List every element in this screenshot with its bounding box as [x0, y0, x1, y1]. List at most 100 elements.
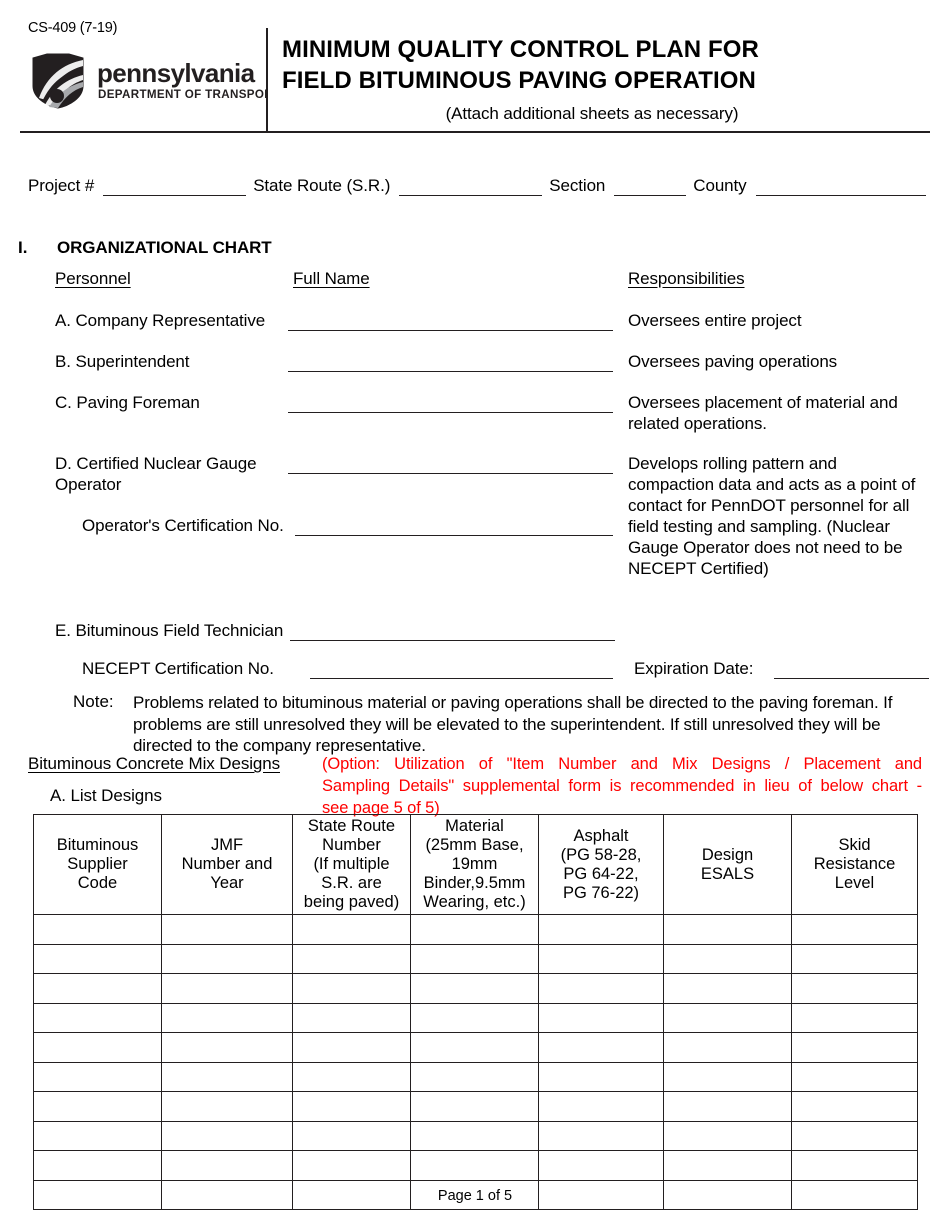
section-field[interactable] [614, 178, 687, 196]
table-cell[interactable] [663, 1061, 792, 1092]
table-cell[interactable] [292, 1002, 411, 1033]
table-column-header-line: ESALS [700, 864, 755, 883]
personnel-label-d: D. Certified Nuclear Gauge Operator [55, 454, 257, 494]
table-cell[interactable] [292, 1091, 411, 1122]
table-cell[interactable] [33, 1061, 162, 1092]
table-cell[interactable] [663, 943, 792, 974]
county-field[interactable] [755, 178, 926, 196]
mix-designs-option-note: (Option: Utilization of "Item Number and… [322, 753, 922, 819]
table-row [33, 1032, 918, 1063]
table-cell[interactable] [538, 1150, 664, 1181]
table-column-header-line: PG 76-22) [562, 883, 640, 902]
table-column-header-line: PG 64-22, [563, 864, 639, 883]
table-cell[interactable] [292, 1061, 411, 1092]
table-cell[interactable] [663, 1091, 792, 1122]
table-cell[interactable] [161, 1150, 293, 1181]
table-cell[interactable] [538, 1002, 664, 1033]
table-cell[interactable] [410, 914, 539, 945]
personnel-name-field-a[interactable] [288, 330, 613, 331]
table-cell[interactable] [292, 1032, 411, 1063]
table-cell[interactable] [791, 1002, 918, 1033]
expiration-date-field[interactable] [774, 678, 929, 679]
table-cell[interactable] [791, 973, 918, 1004]
table-cell[interactable] [33, 973, 162, 1004]
table-cell[interactable] [33, 1091, 162, 1122]
table-cell[interactable] [33, 1002, 162, 1033]
table-row [33, 1091, 918, 1122]
table-cell[interactable] [161, 943, 293, 974]
table-cell[interactable] [161, 914, 293, 945]
table-cell[interactable] [791, 1150, 918, 1181]
table-column-header-line: Design [701, 845, 754, 864]
table-cell[interactable] [791, 1032, 918, 1063]
table-cell[interactable] [410, 973, 539, 1004]
table-cell[interactable] [663, 1150, 792, 1181]
table-cell[interactable] [161, 1061, 293, 1092]
table-cell[interactable] [663, 1032, 792, 1063]
table-cell[interactable] [410, 1120, 539, 1151]
table-cell[interactable] [292, 973, 411, 1004]
table-cell[interactable] [292, 943, 411, 974]
table-cell[interactable] [410, 1150, 539, 1181]
table-column-header-2: JMF Number and Year [161, 814, 293, 915]
table-cell[interactable] [663, 1002, 792, 1033]
table-cell[interactable] [538, 1061, 664, 1092]
table-cell[interactable] [791, 943, 918, 974]
personnel-name-field-c[interactable] [288, 412, 613, 413]
table-column-header-line: being paved) [303, 893, 400, 911]
table-cell[interactable] [410, 943, 539, 974]
table-cell[interactable] [161, 1002, 293, 1033]
table-cell[interactable] [33, 943, 162, 974]
table-cell[interactable] [791, 914, 918, 945]
table-cell[interactable] [33, 1032, 162, 1063]
table-cell[interactable] [538, 1091, 664, 1122]
table-cell[interactable] [33, 914, 162, 945]
table-cell[interactable] [410, 1032, 539, 1063]
table-cell[interactable] [161, 1091, 293, 1122]
project-number-field[interactable] [103, 178, 247, 196]
table-cell[interactable] [791, 1091, 918, 1122]
table-cell[interactable] [663, 1120, 792, 1151]
table-column-header-1: Bituminous Supplier Code [33, 814, 162, 915]
section-label: Section [549, 176, 606, 195]
note-label: Note: [73, 692, 114, 711]
column-header-responsibilities: Responsibilities [628, 269, 745, 288]
table-cell[interactable] [663, 973, 792, 1004]
table-cell[interactable] [33, 1150, 162, 1181]
svg-text:DEPARTMENT OF TRANSPORTATION: DEPARTMENT OF TRANSPORTATION [98, 88, 267, 101]
table-cell[interactable] [791, 1120, 918, 1151]
table-cell[interactable] [410, 1091, 539, 1122]
table-row [33, 943, 918, 974]
table-cell[interactable] [292, 1150, 411, 1181]
personnel-responsibility-d: Develops rolling pattern and compaction … [628, 454, 916, 578]
table-cell[interactable] [161, 1032, 293, 1063]
necept-certification-label: NECEPT Certification No. [82, 659, 274, 678]
table-column-header-line: State Route [307, 817, 396, 835]
table-cell[interactable] [663, 914, 792, 945]
table-cell[interactable] [410, 1002, 539, 1033]
project-number-label: Project # [28, 176, 95, 195]
necept-certification-field[interactable] [310, 678, 613, 679]
table-cell[interactable] [292, 1120, 411, 1151]
table-cell[interactable] [538, 943, 664, 974]
personnel-label-c: C. Paving Foreman [55, 393, 200, 412]
bituminous-field-technician-field[interactable] [290, 640, 615, 641]
table-cell[interactable] [538, 973, 664, 1004]
table-cell[interactable] [538, 1032, 664, 1063]
table-column-header-line: Supplier [67, 855, 128, 873]
table-cell[interactable] [538, 1120, 664, 1151]
mix-designs-table: Bituminous Supplier Code JMF Number and Year S… [33, 814, 918, 1210]
operator-certification-field[interactable] [295, 535, 613, 536]
personnel-name-field-d[interactable] [288, 473, 613, 474]
state-route-field[interactable] [399, 178, 543, 196]
table-cell[interactable] [292, 914, 411, 945]
table-cell[interactable] [791, 1061, 918, 1092]
personnel-name-field-b[interactable] [288, 371, 613, 372]
table-cell[interactable] [161, 1120, 293, 1151]
table-cell[interactable] [410, 1061, 539, 1092]
table-row [33, 973, 918, 1004]
table-cell[interactable] [33, 1120, 162, 1151]
table-cell[interactable] [161, 973, 293, 1004]
table-column-header-line: (PG 58-28, [560, 845, 642, 864]
table-cell[interactable] [538, 914, 664, 945]
